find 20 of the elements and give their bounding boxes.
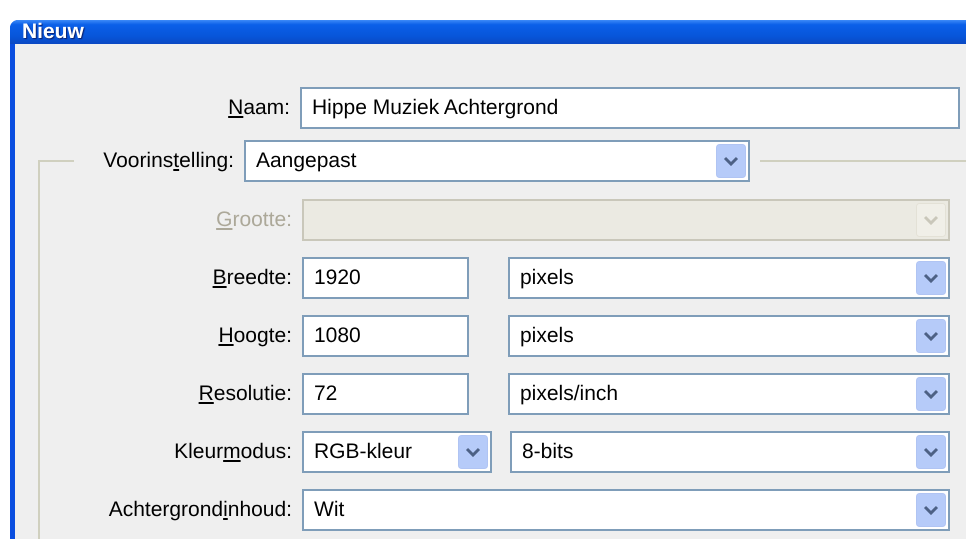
dropdown[interactable]: pixels/inch (508, 373, 950, 415)
field-label: Resolutie: (198, 382, 293, 406)
input-field[interactable]: 1920 (302, 257, 469, 299)
input-field[interactable]: 1080 (302, 315, 469, 357)
field-label: Breedte: (212, 266, 293, 290)
field-label: Grootte: (215, 208, 293, 232)
dropdown[interactable]: Wit (302, 489, 950, 531)
field-label: Kleurmodus: (173, 440, 293, 464)
input-field[interactable]: 72 (302, 373, 469, 415)
field-label: Hoogte: (217, 324, 293, 348)
window-title: Nieuw (22, 20, 84, 44)
dropdown[interactable]: pixels (508, 315, 950, 357)
field-label: Voorinstelling: (74, 149, 244, 173)
dropdown[interactable]: RGB-kleur (302, 431, 492, 473)
dropdown[interactable]: pixels (508, 257, 950, 299)
field-label: Naam: (227, 96, 291, 120)
dropdown[interactable]: 8-bits (510, 431, 950, 473)
input-field[interactable]: Hippe Muziek Achtergrond (300, 87, 960, 129)
field-label: Achtergrondinhoud: (108, 498, 293, 522)
dropdown[interactable]: Aangepast (244, 140, 750, 182)
